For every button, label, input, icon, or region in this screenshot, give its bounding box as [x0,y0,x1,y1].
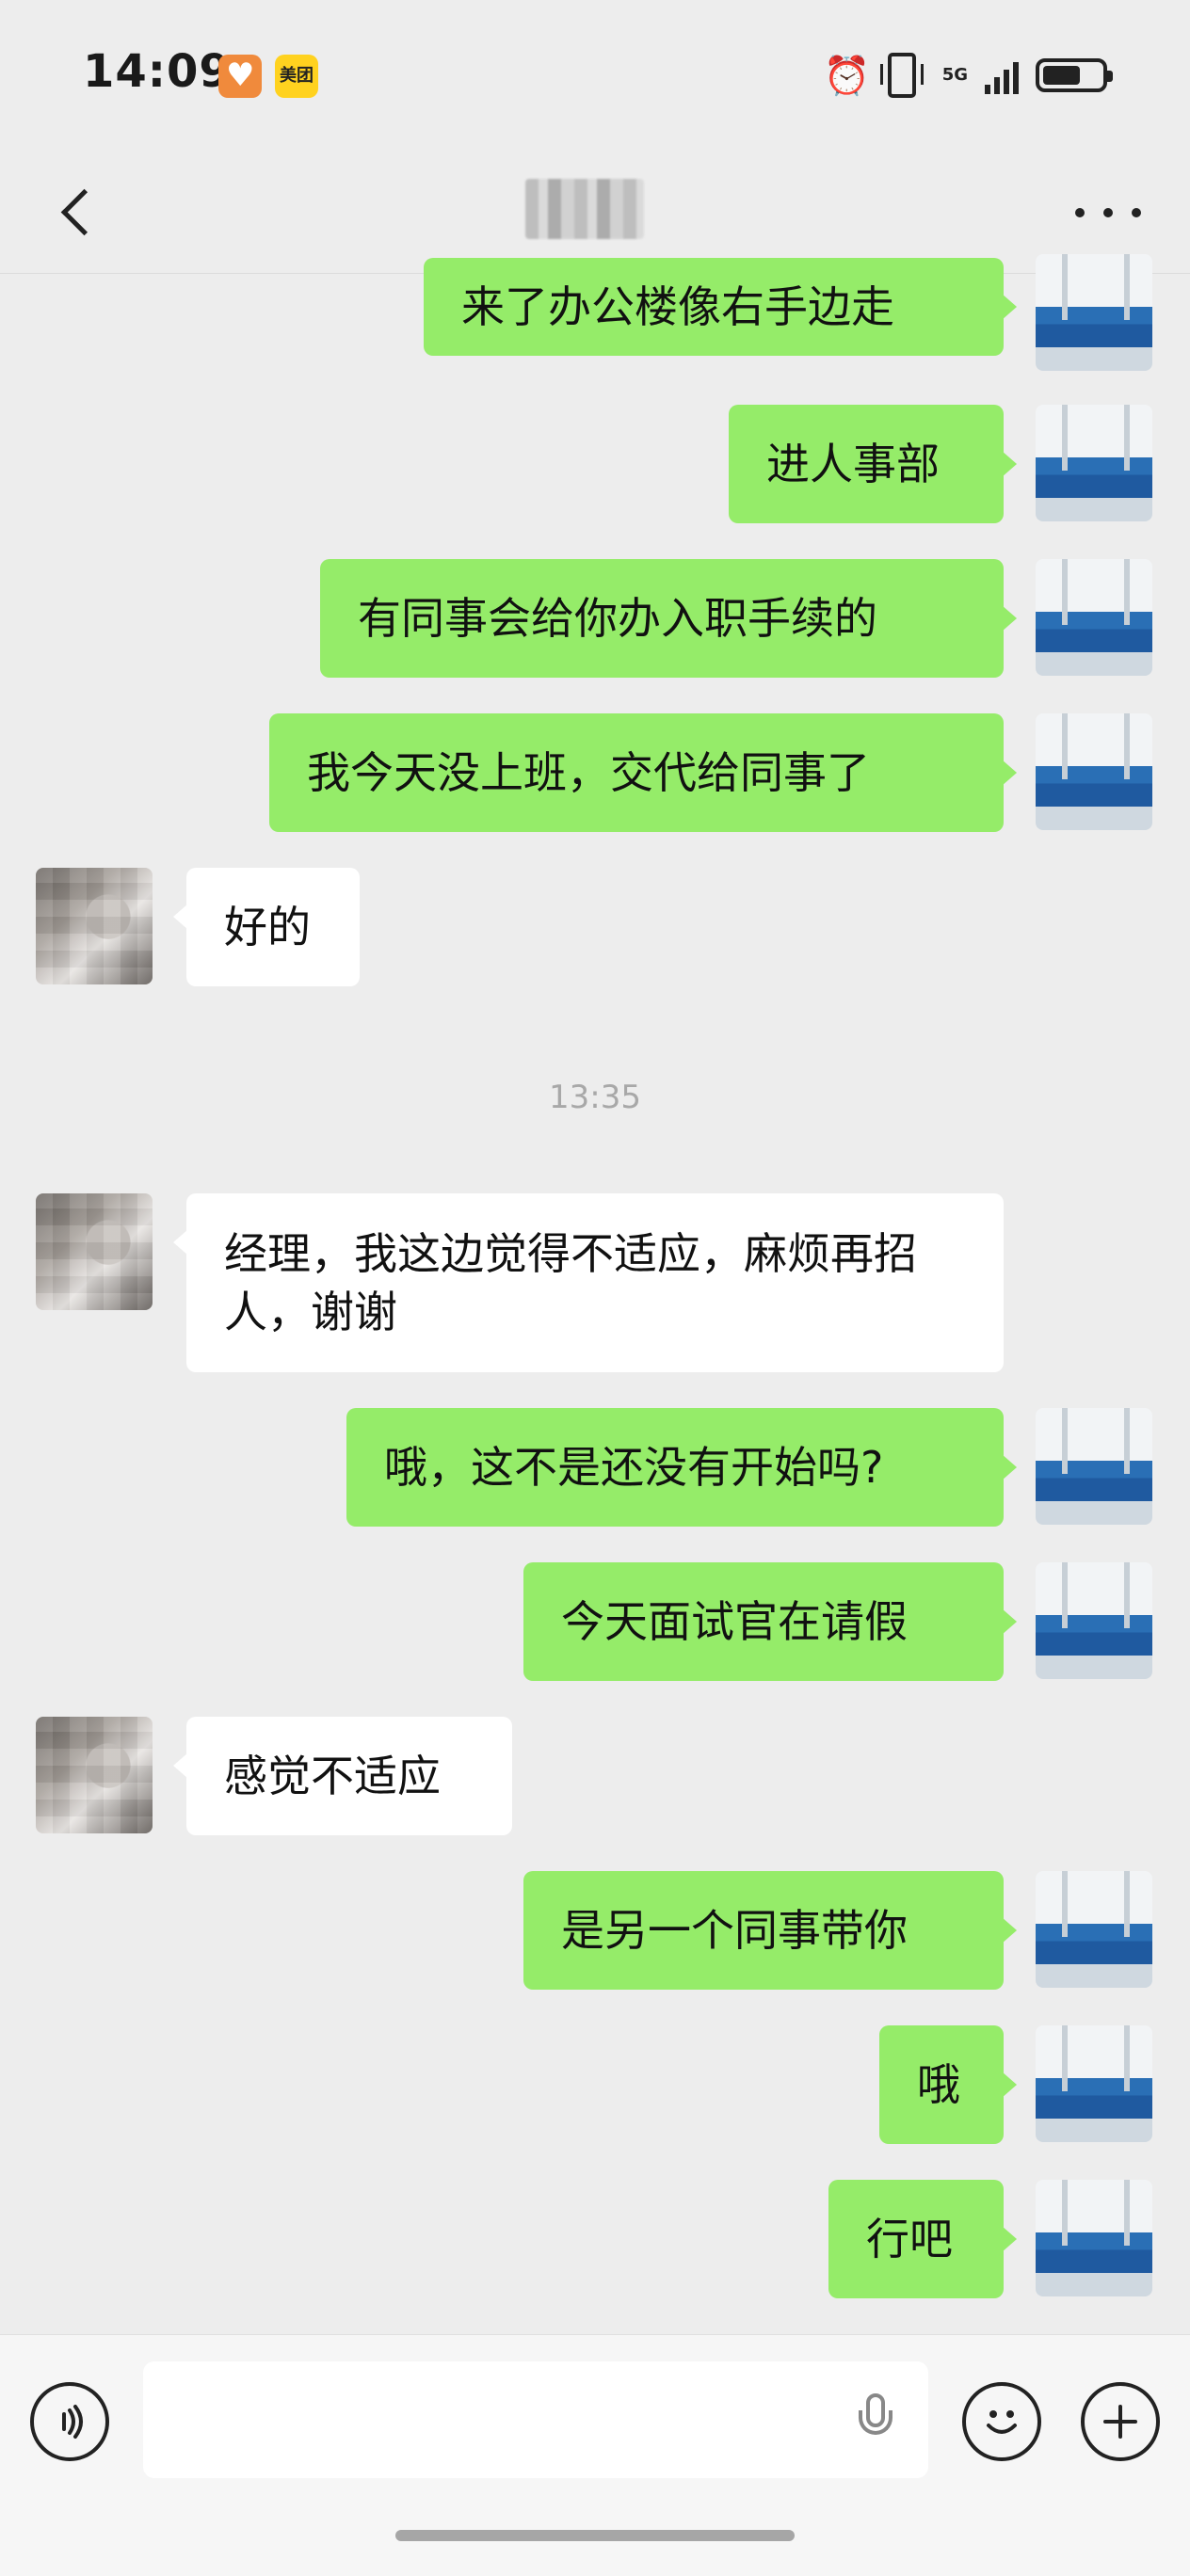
my-avatar[interactable] [1036,2025,1152,2142]
message-text: 有同事会给你办入职手续的 [358,593,877,644]
message-text: 好的 [224,902,311,952]
signal-icon [985,56,1019,94]
message-row: 哦，这不是还没有开始吗? [346,1408,1017,1527]
my-avatar[interactable] [1036,2180,1152,2296]
my-message-bubble[interactable]: 我今天没上班，交代给同事了 [269,713,1017,832]
message-text: 来了办公楼像右手边走 [461,281,894,332]
my-avatar[interactable] [1036,713,1152,830]
message-text: 是另一个同事带你 [561,1905,908,1956]
my-message-bubble[interactable]: 行吧 [828,2180,1017,2298]
my-message-bubble[interactable]: 哦 [879,2025,1017,2144]
my-avatar[interactable] [1036,1408,1152,1525]
status-icons: ⏰ 5G [823,49,1113,102]
contact-avatar[interactable] [36,868,153,984]
my-message-bubble[interactable]: 是另一个同事带你 [523,1871,1017,1990]
status-bar: 14:09 美团 ⏰ 5G [0,0,1190,151]
back-arrow-icon[interactable] [49,179,105,245]
meituan-app-icon: 美团 [275,55,318,98]
their-message-bubble[interactable]: 感觉不适应 [173,1717,512,1835]
message-row: 哦 [879,2025,1017,2144]
my-avatar[interactable] [1036,405,1152,521]
vibrate-icon [879,53,924,98]
more-icon[interactable] [1075,194,1141,232]
message-row: 好的 [173,868,360,986]
message-row: 是另一个同事带你 [523,1871,1017,1990]
my-avatar[interactable] [1036,254,1152,371]
chat-header [0,151,1190,274]
message-row: 感觉不适应 [173,1717,512,1835]
message-row: 行吧 [828,2180,1017,2298]
heart-app-icon [218,55,262,98]
my-avatar[interactable] [1036,1871,1152,1988]
contact-avatar[interactable] [36,1193,153,1310]
message-row: 来了办公楼像右手边走 [424,258,1017,356]
microphone-icon[interactable] [853,2390,898,2456]
voice-icon[interactable] [30,2382,109,2461]
message-text: 经理，我这边觉得不适应，麻烦再招人，谢谢 [224,1228,917,1337]
message-text: 进人事部 [766,439,940,489]
message-row: 今天面试官在请假 [523,1562,1017,1681]
message-text: 感觉不适应 [224,1751,441,1801]
message-row: 有同事会给你办入职手续的 [320,559,1017,678]
contact-name-obscured [525,179,644,239]
my-avatar[interactable] [1036,559,1152,676]
my-message-bubble[interactable]: 进人事部 [729,405,1017,523]
status-time: 14:09 [83,45,232,98]
message-text: 今天面试官在请假 [561,1596,908,1647]
their-message-bubble[interactable]: 好的 [173,868,360,986]
chat-timestamp: 13:35 [549,1079,641,1116]
message-input[interactable] [143,2361,928,2478]
plus-icon[interactable] [1081,2382,1160,2461]
my-avatar[interactable] [1036,1562,1152,1679]
alarm-icon: ⏰ [823,54,871,98]
my-message-bubble[interactable]: 来了办公楼像右手边走 [424,258,1017,356]
battery-icon [1036,58,1113,92]
contact-avatar[interactable] [36,1717,153,1833]
message-row: 进人事部 [729,405,1017,523]
their-message-bubble[interactable]: 经理，我这边觉得不适应，麻烦再招人，谢谢 [173,1193,1004,1372]
my-message-bubble[interactable]: 今天面试官在请假 [523,1562,1017,1681]
message-row: 我今天没上班，交代给同事了 [269,713,1017,832]
message-row: 经理，我这边觉得不适应，麻烦再招人，谢谢 [173,1193,1004,1372]
message-text: 我今天没上班，交代给同事了 [307,747,870,798]
message-text: 行吧 [866,2214,953,2264]
message-text: 哦 [917,2059,960,2110]
my-message-bubble[interactable]: 哦，这不是还没有开始吗? [346,1408,1017,1527]
emoji-icon[interactable] [962,2382,1041,2461]
my-message-bubble[interactable]: 有同事会给你办入职手续的 [320,559,1017,678]
message-text: 哦，这不是还没有开始吗? [384,1442,884,1493]
home-indicator[interactable] [395,2530,795,2541]
network-label: 5G [942,67,968,84]
network-type: 5G [941,65,968,85]
